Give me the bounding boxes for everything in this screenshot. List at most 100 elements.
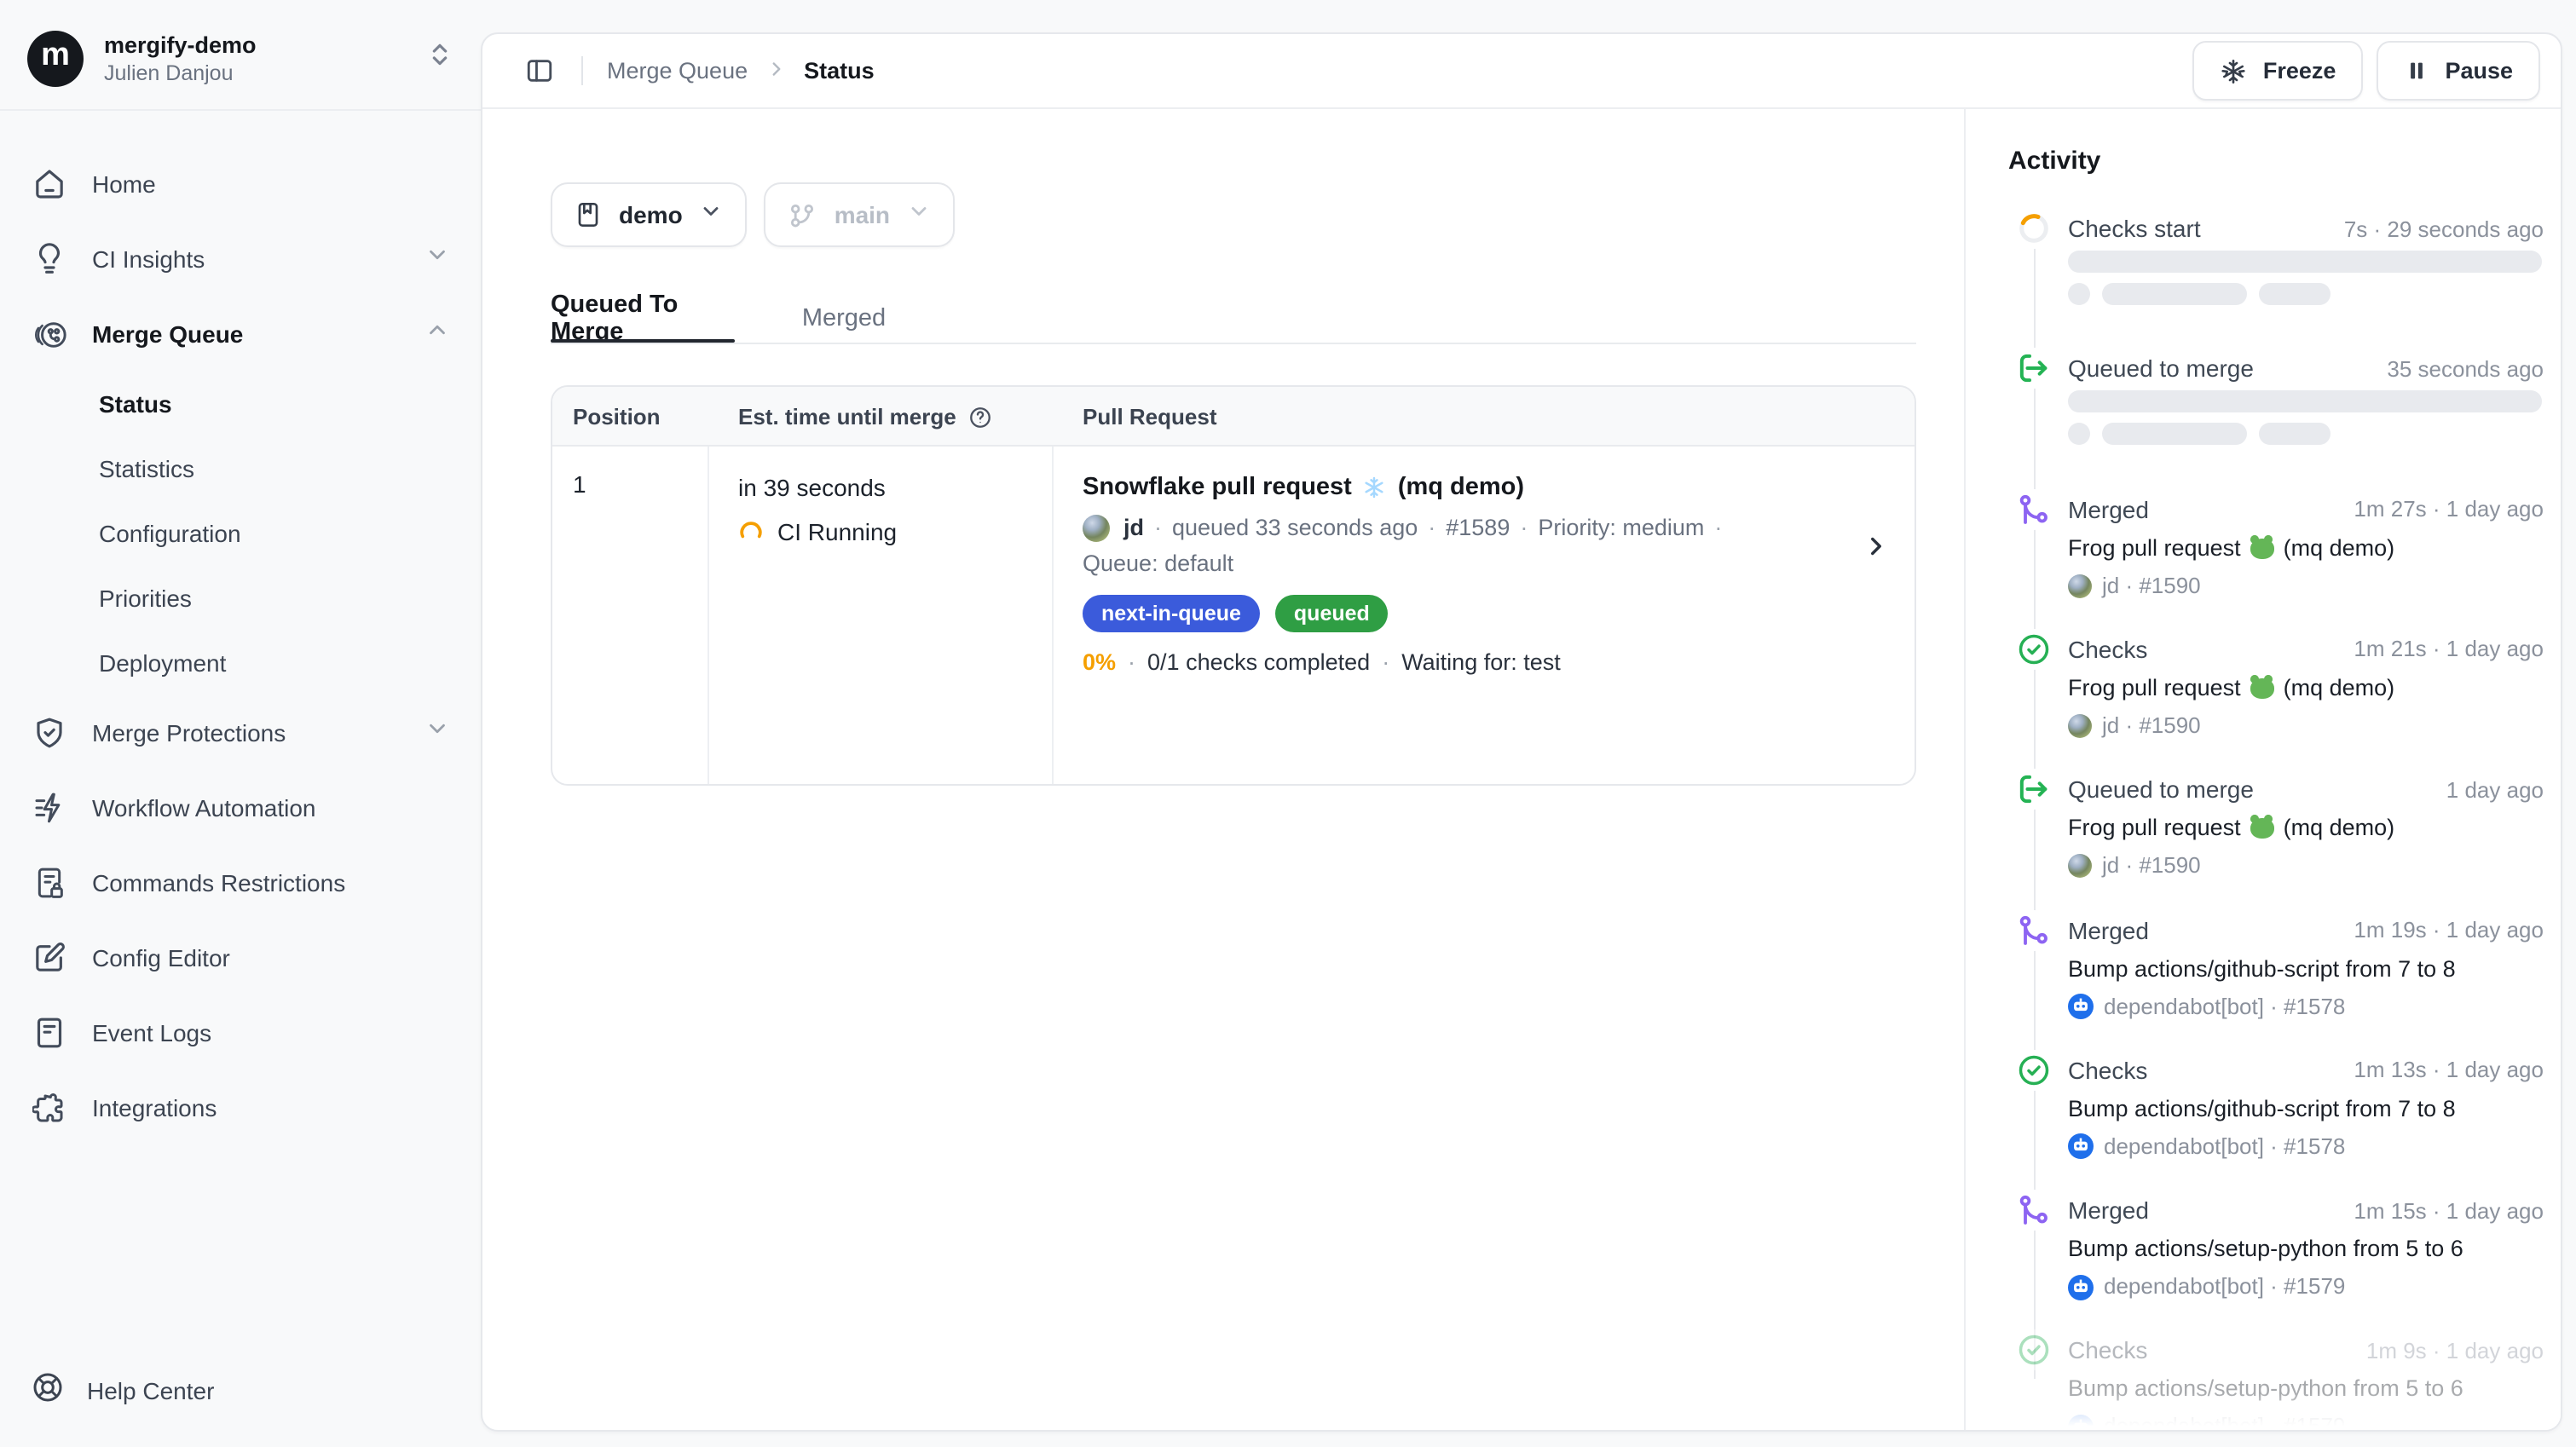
activity-pr-author-line: dependabot[bot] · #1579: [2068, 1410, 2544, 1432]
chevron-down-icon: [907, 199, 931, 231]
waiting-for: Waiting for: test: [1401, 649, 1561, 675]
pr-queue-name: Queue: default: [1083, 547, 1846, 579]
chevron-down-icon: [425, 716, 450, 750]
activity-event-label: Queued to merge: [2068, 775, 2254, 803]
activity-pr-author-line: dependabot[bot] · #1579: [2068, 1270, 2544, 1304]
pause-button[interactable]: Pause: [2377, 41, 2540, 101]
activity-pr-title[interactable]: Bump actions/setup-python from 5 to 6: [2068, 1232, 2544, 1266]
queue-content: demo main Queued To Merge M: [482, 109, 1967, 1430]
tab-merged[interactable]: Merged: [800, 293, 888, 344]
activity-pr-title[interactable]: Frog pull request(mq demo): [2068, 811, 2544, 845]
circle-check-icon: [2013, 629, 2054, 670]
pause-icon: [2404, 58, 2429, 84]
activity-panel: Activity Checks start7s · 29 seconds ago…: [1964, 109, 2561, 1430]
sidebar-item-status[interactable]: Status: [17, 372, 464, 436]
activity-pr-title[interactable]: Bump actions/github-script from 7 to 8: [2068, 1092, 2544, 1127]
sidebar-item-configuration[interactable]: Configuration: [17, 501, 464, 566]
activity-entry-body: Frog pull request(mq demo)jd · #1590: [2068, 672, 2544, 743]
activity-pr-title[interactable]: Bump actions/github-script from 7 to 8: [2068, 952, 2544, 986]
pr-badges: next-in-queuequeued: [1083, 595, 1846, 632]
square-pen-icon: [31, 939, 68, 977]
sidebar-item-label: Status: [99, 390, 450, 418]
activity-event-time: 35 seconds ago: [2387, 356, 2544, 382]
queued-to-merge-icon: [2013, 769, 2054, 810]
activity-event-time: 1 day ago: [2446, 776, 2544, 802]
main-panel: Merge Queue Status Freeze Pause: [481, 32, 2562, 1432]
activity-event-label: Queued to merge: [2068, 355, 2254, 383]
skeleton-circle: [2068, 424, 2090, 446]
sidebar-item-home[interactable]: Home: [17, 147, 464, 222]
repository-select[interactable]: demo: [551, 182, 748, 247]
sidebar-toggle-button[interactable]: [513, 45, 564, 96]
branch-value: main: [835, 201, 890, 228]
activity-pr-title[interactable]: Frog pull request(mq demo): [2068, 531, 2544, 565]
sidebar-item-merge-protections[interactable]: Merge Protections: [17, 695, 464, 770]
activity-pr-title[interactable]: Bump actions/setup-python from 5 to 6: [2068, 1373, 2544, 1407]
activity-list: Checks start7s · 29 seconds agoQueued to…: [1966, 109, 2561, 1430]
activity-skeleton: [2068, 251, 2544, 305]
sidebar-item-commands-restrictions[interactable]: Commands Restrictions: [17, 845, 464, 920]
activity-entry: Merged1m 27s · 1 day agoFrog pull reques…: [1966, 492, 2561, 602]
sidebar-item-help-center[interactable]: Help Center: [17, 1365, 228, 1416]
sidebar-item-workflow-automation[interactable]: Workflow Automation: [17, 770, 464, 845]
table-row[interactable]: 1 in 39 seconds CI Running Snowflake pul…: [552, 447, 1915, 786]
sidebar-item-label: Commands Restrictions: [92, 869, 450, 896]
activity-event-time: 1m 15s · 1 day ago: [2354, 1197, 2544, 1223]
activity-entry-body: Bump actions/setup-python from 5 to 6 dep…: [2068, 1232, 2544, 1304]
activity-pr-author-line: dependabot[bot] · #1578: [2068, 1130, 2544, 1164]
sidebar-item-statistics[interactable]: Statistics: [17, 436, 464, 501]
git-merge-icon: [2013, 1190, 2054, 1231]
row-expand-chevron-icon[interactable]: [1862, 532, 1891, 566]
freeze-button[interactable]: Freeze: [2193, 41, 2364, 101]
pr-author: jd: [1123, 511, 1144, 544]
sidebar-item-config-editor[interactable]: Config Editor: [17, 920, 464, 995]
breadcrumb-merge-queue[interactable]: Merge Queue: [607, 58, 748, 84]
activity-event-time: 1m 21s · 1 day ago: [2354, 637, 2544, 662]
spinner-icon: [2013, 208, 2054, 249]
home-icon: [31, 165, 68, 203]
activity-pr-author-line: jd · #1590: [2068, 849, 2544, 883]
chevron-down-icon: [700, 199, 724, 231]
repo-book-icon: [575, 201, 602, 228]
table-header: Position Est. time until merge Pull Requ…: [552, 387, 1915, 447]
activity-entry: Checks1m 13s · 1 day agoBump actions/git…: [1966, 1053, 2561, 1164]
workspace-switcher[interactable]: m mergify-demo Julien Danjou: [17, 17, 464, 99]
branch-select[interactable]: main: [765, 182, 955, 247]
workspace-name: mergify-demo: [104, 30, 406, 59]
breadcrumb: Merge Queue Status: [607, 57, 875, 84]
activity-entry: Checks1m 21s · 1 day agoFrog pull reques…: [1966, 632, 2561, 743]
sidebar-divider: [0, 109, 481, 111]
tab-queued-to-merge[interactable]: Queued To Merge: [551, 293, 735, 344]
frog-emoji: [2250, 676, 2275, 701]
help-circle-icon[interactable]: [968, 405, 992, 429]
ci-spinner-icon: [738, 519, 764, 545]
eta-value: in 39 seconds: [738, 470, 1052, 504]
circle-check-icon: [2013, 1050, 2054, 1091]
pr-meta-line: jd · queued 33 seconds ago · #1589 · Pri…: [1083, 511, 1846, 544]
sidebar-item-deployment[interactable]: Deployment: [17, 631, 464, 695]
activity-entry: Merged1m 15s · 1 day agoBump actions/set…: [1966, 1193, 2561, 1304]
checks-progress: 0%: [1083, 649, 1116, 675]
sidebar-item-ci-insights[interactable]: CI Insights: [17, 222, 464, 297]
activity-pr-title[interactable]: Frog pull request(mq demo): [2068, 672, 2544, 706]
sidebar-item-label: Config Editor: [92, 944, 450, 971]
jd-avatar: [2068, 854, 2092, 878]
circle-check-icon: [2013, 1330, 2054, 1371]
sidebar-item-merge-queue[interactable]: Merge Queue: [17, 297, 464, 372]
puzzle-icon: [31, 1089, 68, 1127]
pr-title[interactable]: Snowflake pull request (mq demo): [1083, 470, 1846, 504]
chevrons-up-down-icon: [426, 40, 453, 76]
queue-tabs: Queued To Merge Merged: [551, 293, 1916, 344]
activity-entry-body: Bump actions/github-script from 7 to 8de…: [2068, 1092, 2544, 1164]
sidebar-item-event-logs[interactable]: Event Logs: [17, 995, 464, 1070]
jd-avatar: [2068, 714, 2092, 738]
sidebar-item-label: Help Center: [87, 1377, 214, 1404]
column-eta: Est. time until merge: [709, 403, 1054, 429]
sidebar-item-label: Workflow Automation: [92, 794, 450, 822]
eta-cell: in 39 seconds CI Running: [709, 447, 1054, 786]
lightbulb-icon: [31, 240, 68, 278]
sidebar-item-priorities[interactable]: Priorities: [17, 566, 464, 631]
sidebar-item-integrations[interactable]: Integrations: [17, 1070, 464, 1145]
pr-badge-queued: queued: [1275, 595, 1389, 632]
chevron-down-icon: [425, 242, 450, 276]
